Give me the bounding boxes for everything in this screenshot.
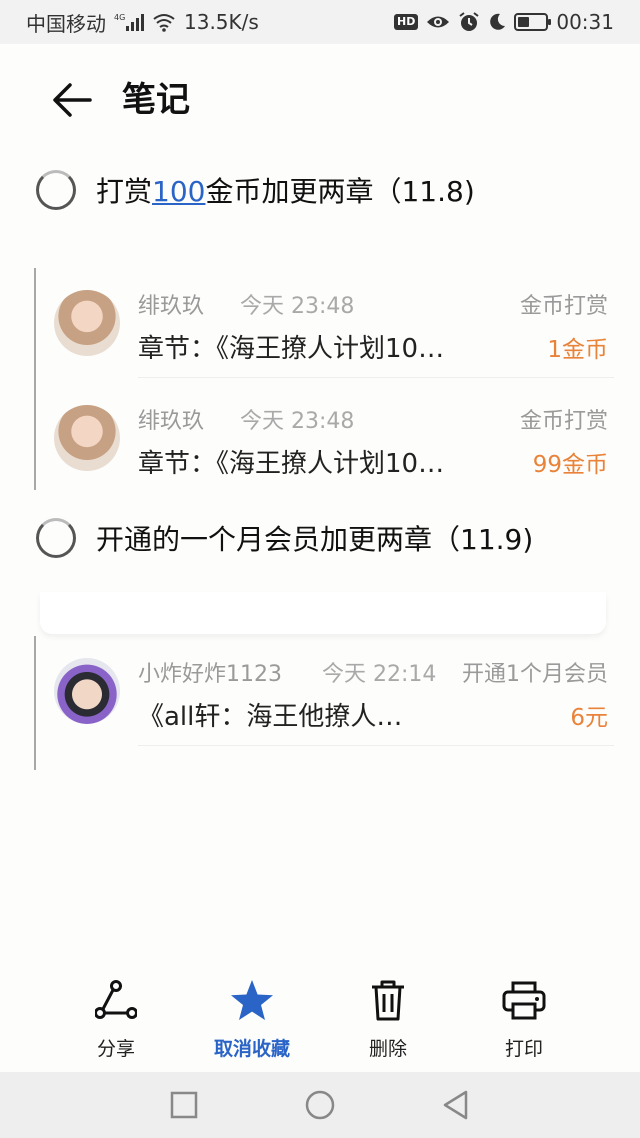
record-time: 今天 23:48 xyxy=(240,294,355,319)
alarm-icon xyxy=(458,11,480,33)
unfavorite-button[interactable]: 取消收藏 xyxy=(192,978,312,1061)
svg-text:4G: 4G xyxy=(114,13,125,22)
checklist-text: 打赏100金币加更两章（11.8) xyxy=(96,170,475,210)
unfavorite-label: 取消收藏 xyxy=(213,1038,290,1060)
page-title: 笔记 xyxy=(122,80,190,120)
record-time: 今天 22:14 xyxy=(322,662,437,687)
checklist-text: 开通的一个月会员加更两章（11.9) xyxy=(96,523,534,556)
checklist-text-after: 金币加更两章（11.8) xyxy=(205,175,475,208)
record-type: 金币打赏 xyxy=(519,409,608,434)
status-right: HD 00:31 xyxy=(394,10,614,34)
status-left: 中国移动 4G 13.5K/s xyxy=(26,8,259,37)
carrier-label: 中国移动 xyxy=(26,11,106,36)
record-content: 章节：《海王撩人计划10… xyxy=(138,334,445,364)
status-bar: 中国移动 4G 13.5K/s HD 00:31 xyxy=(0,0,640,44)
quote-block-rewards: 绯玖玖 今天 23:48 金币打赏 章节：《海王撩人计划10… 1金币 绯玖玖 … xyxy=(34,268,614,490)
checklist-item-reward: 打赏100金币加更两章（11.8) xyxy=(36,170,475,210)
header: 笔记 xyxy=(0,60,640,140)
print-button[interactable]: 打印 xyxy=(464,978,584,1061)
back-nav-button[interactable] xyxy=(440,1089,472,1121)
delete-button[interactable]: 删除 xyxy=(328,978,448,1061)
quote-block-membership: 小炸好炸1123 今天 22:14 开通1个月会员 《all轩：海王他撩人… 6… xyxy=(34,636,614,770)
system-nav-bar xyxy=(0,1072,640,1138)
avatar xyxy=(54,290,120,356)
moon-icon xyxy=(488,13,506,31)
signal-icon: 4G xyxy=(114,12,144,32)
checklist-text-before: 打赏 xyxy=(96,175,153,208)
triangle-back-icon xyxy=(443,1090,468,1120)
reward-record[interactable]: 绯玖玖 今天 23:48 金币打赏 章节：《海王撩人计划10… 1金币 xyxy=(54,268,614,378)
avatar xyxy=(54,405,120,471)
back-arrow-icon[interactable] xyxy=(50,78,94,122)
share-icon xyxy=(94,978,138,1022)
square-icon xyxy=(170,1091,198,1119)
reward-record[interactable]: 绯玖玖 今天 23:48 金币打赏 章节：《海王撩人计划10… 99金币 xyxy=(54,383,614,493)
hd-badge: HD xyxy=(394,14,419,30)
delete-label: 删除 xyxy=(368,1038,407,1060)
record-amount: 1金币 xyxy=(547,337,608,363)
checklist-link-number[interactable]: 100 xyxy=(152,175,205,208)
clock-time: 00:31 xyxy=(556,10,614,34)
recent-apps-button[interactable] xyxy=(168,1089,200,1121)
record-content: 《all轩：海王他撩人… xyxy=(138,702,403,732)
record-type: 金币打赏 xyxy=(519,294,608,319)
clipped-text-fragment: ▔▔▔ xyxy=(298,592,358,608)
avatar xyxy=(54,658,120,724)
home-button[interactable] xyxy=(304,1089,336,1121)
network-speed: 13.5K/s xyxy=(184,10,259,34)
eye-icon xyxy=(426,13,450,31)
membership-record[interactable]: 小炸好炸1123 今天 22:14 开通1个月会员 《all轩：海王他撩人… 6… xyxy=(54,636,614,746)
record-type: 开通1个月会员 xyxy=(462,662,608,687)
wifi-icon xyxy=(152,12,176,32)
checkbox-circle[interactable] xyxy=(36,518,76,558)
printer-icon xyxy=(502,978,546,1022)
record-content: 章节：《海王撩人计划10… xyxy=(138,449,445,479)
checkbox-circle[interactable] xyxy=(36,170,76,210)
record-time: 今天 23:48 xyxy=(240,409,355,434)
print-label: 打印 xyxy=(504,1038,543,1060)
record-amount: 99金币 xyxy=(532,452,608,478)
clipped-card: ▔▔▔ xyxy=(40,592,606,634)
trash-icon xyxy=(366,978,410,1022)
record-user-name: 绯玖玖 xyxy=(138,294,205,319)
share-button[interactable]: 分享 xyxy=(56,978,176,1061)
divider xyxy=(138,745,614,746)
record-user-name: 小炸好炸1123 xyxy=(138,662,282,687)
share-label: 分享 xyxy=(96,1038,135,1060)
record-user-name: 绯玖玖 xyxy=(138,409,205,434)
checklist-item-membership: 开通的一个月会员加更两章（11.9) xyxy=(36,518,533,558)
star-icon xyxy=(230,978,274,1022)
battery-icon xyxy=(514,13,552,31)
record-amount: 6元 xyxy=(570,705,608,731)
bottom-toolbar: 分享 取消收藏 删除 打印 xyxy=(0,970,640,1070)
circle-icon xyxy=(305,1090,335,1120)
divider xyxy=(138,377,614,378)
